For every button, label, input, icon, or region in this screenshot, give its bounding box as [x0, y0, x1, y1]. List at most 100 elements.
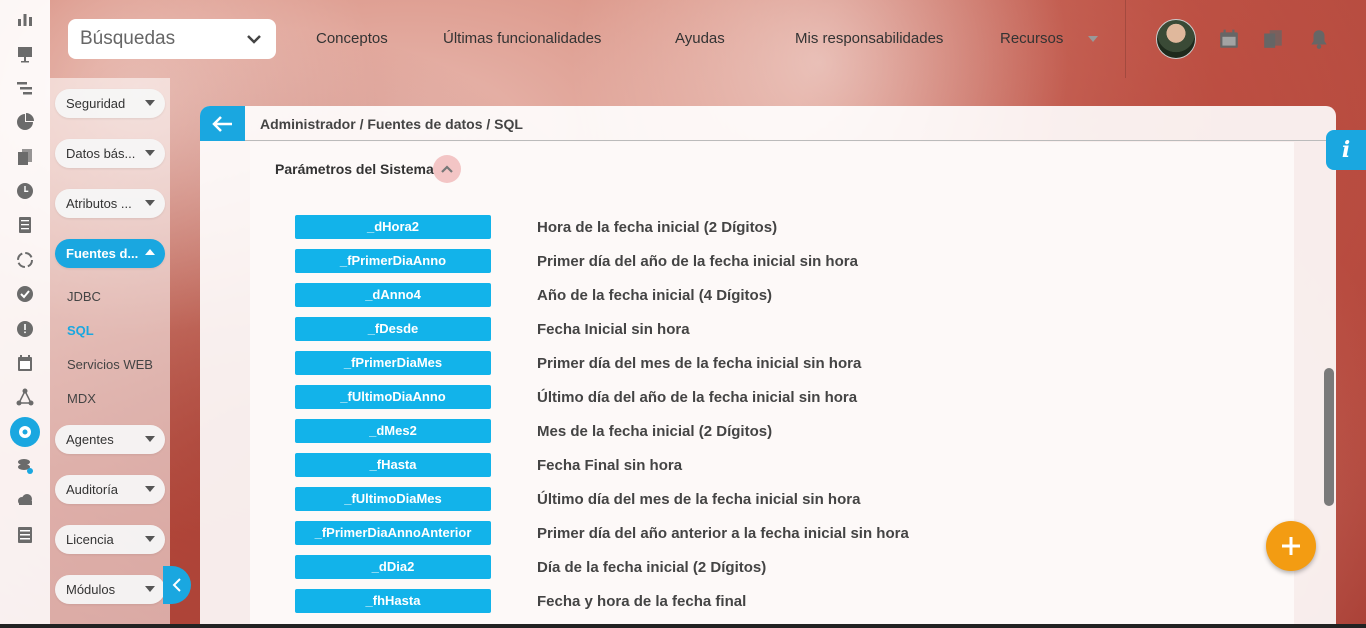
sidebar-item-label: Fuentes d...	[66, 246, 139, 261]
param-description: Año de la fecha inicial (4 Dígitos)	[537, 287, 773, 304]
icon-rail	[0, 0, 50, 628]
param-description: Fecha Final sin hora	[537, 457, 683, 474]
caret-down-icon	[145, 436, 155, 442]
caret-down-icon	[145, 200, 155, 206]
caret-down-icon	[145, 150, 155, 156]
sidebar-item-datos-basicos[interactable]: Datos bás...	[55, 139, 165, 168]
param-row: _fUltimoDiaAnno Último día del año de la …	[295, 385, 1195, 409]
search-select-label: Búsquedas	[80, 28, 176, 49]
network-icon[interactable]	[10, 382, 40, 412]
caret-up-icon	[145, 249, 155, 255]
sidebar-item-label: Datos bás...	[66, 146, 136, 161]
param-row: _fhHasta Fecha y hora de la fecha final	[295, 589, 1195, 613]
sidebar-item-fuentes-de-datos[interactable]: Fuentes d...	[55, 239, 165, 268]
sidebar-sub-servicios-web[interactable]: Servicios WEB	[67, 357, 153, 372]
param-button[interactable]: _fPrimerDiaMes	[295, 351, 491, 375]
caret-down-icon	[145, 586, 155, 592]
sidebar-item-label: Licencia	[66, 532, 114, 547]
param-row: _dAnno4 Año de la fecha inicial (4 Dígito…	[295, 283, 1195, 307]
sidebar-item-atributos[interactable]: Atributos ...	[55, 189, 165, 218]
param-button[interactable]: _fPrimerDiaAnnoAnterior	[295, 521, 491, 545]
param-button[interactable]: _fPrimerDiaAnno	[295, 249, 491, 273]
collapse-section-button[interactable]	[433, 155, 461, 183]
sidebar-sub-mdx[interactable]: MDX	[67, 391, 96, 406]
bottom-bar	[0, 624, 1366, 628]
sidebar-item-label: Seguridad	[66, 96, 126, 111]
nav-mis-responsabilidades[interactable]: Mis responsabilidades	[795, 30, 943, 47]
gantt-icon[interactable]	[10, 73, 40, 103]
servers-icon[interactable]	[10, 451, 40, 481]
cloud-icon[interactable]	[10, 485, 40, 515]
param-description: Hora de la fecha inicial (2 Dígitos)	[537, 219, 778, 236]
param-button[interactable]: _fDesde	[295, 317, 491, 341]
param-description: Último día del año de la fecha inicial s…	[537, 389, 858, 406]
param-button[interactable]: _dAnno4	[295, 283, 491, 307]
param-row: _dDia2 Día de la fecha inicial (2 Dígitos…	[295, 555, 1195, 579]
list-alt-icon[interactable]	[10, 520, 40, 550]
calendar-icon[interactable]	[1218, 28, 1240, 50]
nav-ayudas[interactable]: Ayudas	[675, 30, 725, 47]
top-divider	[1125, 0, 1126, 78]
arrow-left-icon	[211, 115, 232, 132]
sidebar-item-seguridad[interactable]: Seguridad	[55, 89, 165, 118]
bar-chart-icon[interactable]	[10, 4, 40, 34]
warning-icon[interactable]	[10, 314, 40, 344]
gear-icon[interactable]	[10, 416, 40, 447]
avatar[interactable]	[1156, 19, 1196, 59]
nav-ultimas-funcionalidades[interactable]: Últimas funcionalidades	[443, 30, 601, 47]
sidebar-item-label: Atributos ...	[66, 196, 132, 211]
list-icon[interactable]	[10, 210, 40, 240]
chevron-left-icon	[172, 578, 181, 592]
calendar-icon[interactable]	[10, 348, 40, 378]
param-button[interactable]: _fHasta	[295, 453, 491, 477]
presentation-icon[interactable]	[10, 39, 40, 69]
param-row: _fDesde Fecha Inicial sin hora	[295, 317, 1195, 341]
sidebar-sub-sql[interactable]: SQL	[67, 323, 94, 338]
param-button[interactable]: _dHora2	[295, 215, 491, 239]
param-row: _fPrimerDiaAnnoAnterior Primer día del añ…	[295, 521, 1195, 545]
check-circle-icon[interactable]	[10, 279, 40, 309]
add-button[interactable]	[1266, 521, 1316, 571]
sidebar-item-agentes[interactable]: Agentes	[55, 425, 165, 454]
param-description: Día de la fecha inicial (2 Dígitos)	[537, 559, 767, 576]
info-button[interactable]: i	[1326, 130, 1366, 170]
back-button[interactable]	[200, 106, 245, 141]
breadcrumb: Administrador / Fuentes de datos / SQL	[260, 116, 523, 132]
plus-icon	[1282, 537, 1300, 555]
documents-icon[interactable]	[1262, 28, 1284, 50]
sidebar-item-licencia[interactable]: Licencia	[55, 525, 165, 554]
param-button[interactable]: _fUltimoDiaMes	[295, 487, 491, 511]
param-button[interactable]: _dDia2	[295, 555, 491, 579]
sidebar-item-label: Auditoría	[66, 482, 119, 497]
scrollbar-thumb[interactable]	[1324, 368, 1334, 506]
sidebar-item-auditoria[interactable]: Auditoría	[55, 475, 165, 504]
chevron-up-icon	[441, 165, 453, 173]
param-description: Fecha y hora de la fecha final	[537, 593, 747, 610]
param-description: Último día del mes de la fecha inicial s…	[537, 491, 861, 508]
sidebar-item-label: Agentes	[66, 432, 114, 447]
admin-sidebar: Seguridad Datos bás... Atributos ... Fue…	[50, 78, 170, 628]
param-row: _dMes2 Mes de la fecha inicial (2 Dígitos…	[295, 419, 1195, 443]
documents-icon[interactable]	[10, 142, 40, 172]
caret-down-icon	[145, 100, 155, 106]
pie-chart-icon[interactable]	[10, 107, 40, 137]
param-description: Primer día del mes de la fecha inicial s…	[537, 355, 862, 372]
search-select[interactable]: Búsquedas	[68, 19, 276, 59]
recursos-caret-icon[interactable]	[1088, 36, 1098, 42]
sidebar-item-modulos[interactable]: Módulos	[55, 575, 165, 604]
nav-conceptos[interactable]: Conceptos	[316, 30, 388, 47]
clock-icon[interactable]	[10, 176, 40, 206]
nav-recursos[interactable]: Recursos	[1000, 30, 1063, 47]
param-button[interactable]: _dMes2	[295, 419, 491, 443]
param-row: _fHasta Fecha Final sin hora	[295, 453, 1195, 477]
param-description: Primer día del año de la fecha inicial s…	[537, 253, 858, 270]
sidebar-sub-jdbc[interactable]: JDBC	[67, 289, 101, 304]
param-button[interactable]: _fhHasta	[295, 589, 491, 613]
bell-icon[interactable]	[1308, 28, 1330, 50]
param-button[interactable]: _fUltimoDiaAnno	[295, 385, 491, 409]
sidebar-item-label: Módulos	[66, 582, 116, 597]
top-bar: Búsquedas Conceptos Últimas funcionalida…	[50, 0, 1366, 78]
caret-down-icon	[145, 486, 155, 492]
params-content: Parámetros del Sistema _dHora2 Hora de la…	[250, 142, 1294, 628]
cycle-icon[interactable]	[10, 245, 40, 275]
